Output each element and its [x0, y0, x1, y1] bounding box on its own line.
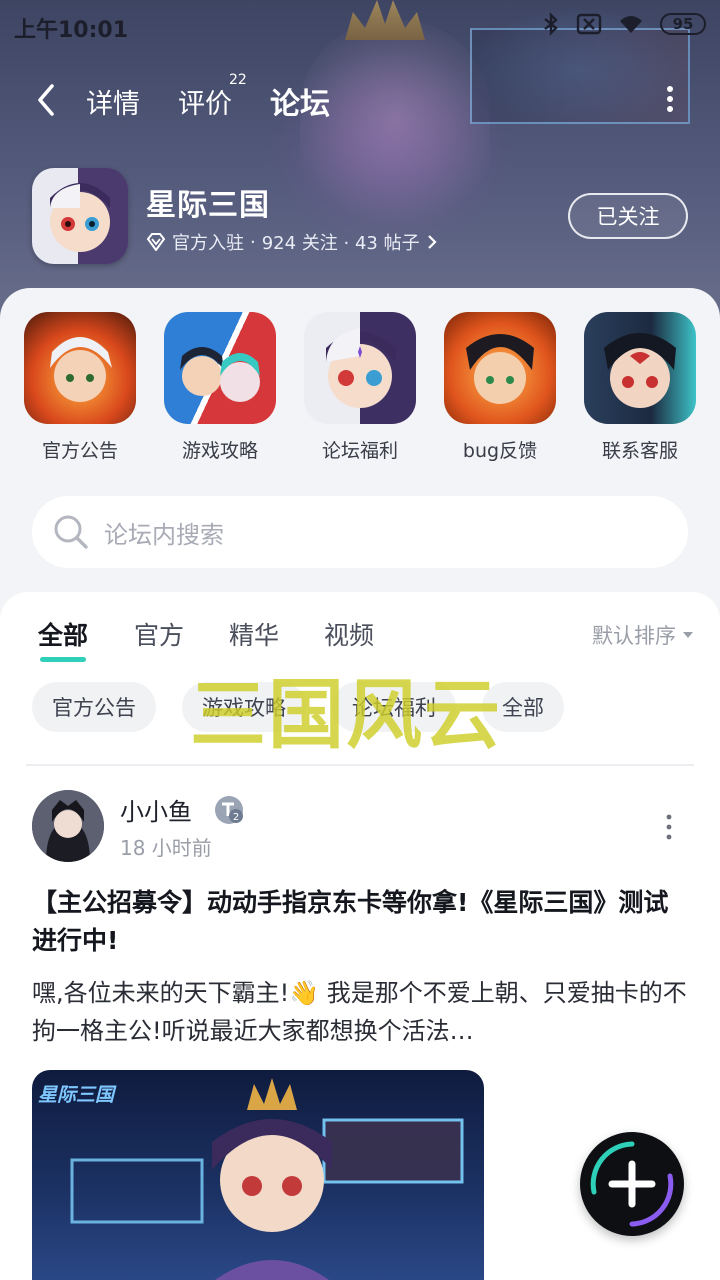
game-stats: 924 关注 · 43 帖子: [261, 233, 420, 254]
caret-down-icon: [683, 632, 693, 638]
game-character-icon: [50, 183, 110, 252]
post-body[interactable]: 嘿,各位未来的天下霸主!👋 我是那个不爱上朝、只爱抽卡的不拘一格主公!听说最近大…: [32, 974, 692, 1050]
level-badge-icon: 2: [215, 796, 243, 824]
tab-forum[interactable]: 论坛: [268, 79, 332, 123]
guides-icon: [164, 312, 276, 424]
divider: [26, 764, 694, 766]
sort-dropdown[interactable]: 默认排序: [592, 620, 694, 650]
reviews-count-badge: 22: [229, 72, 247, 88]
bluetooth-icon: [544, 12, 558, 36]
post-image-logo: 星际三国: [38, 1084, 115, 1106]
follow-button[interactable]: 已关注: [568, 193, 688, 239]
feed-tab-featured[interactable]: 精华: [229, 616, 279, 652]
banner-character-art: [300, 20, 490, 240]
wifi-icon: [620, 16, 642, 33]
sim-off-icon: [576, 13, 602, 35]
sort-label: 默认排序: [592, 624, 676, 648]
welfare-icon: [304, 312, 416, 424]
status-time: 上午10:01: [14, 18, 129, 43]
tab-details[interactable]: 详情: [86, 82, 140, 121]
feed-tab-video[interactable]: 视频: [324, 616, 374, 652]
shortcut-label: bug反馈: [462, 440, 538, 462]
back-arrow-icon[interactable]: [30, 80, 66, 120]
post-timestamp: 18 小时前: [120, 836, 212, 860]
feed-tab-all[interactable]: 全部: [38, 616, 88, 662]
chip-announcements[interactable]: 官方公告: [32, 682, 156, 732]
post-more-icon[interactable]: [664, 814, 674, 840]
shortcut-label: 游戏攻略: [181, 440, 258, 462]
top-nav: 详情 评价 22 论坛: [0, 70, 720, 130]
post-title[interactable]: 【主公招募令】动动手指京东卡等你拿!《星际三国》测试进行中!: [32, 884, 692, 960]
shortcut-customer-service[interactable]: 联系客服: [584, 312, 696, 463]
plus-icon: [590, 1141, 674, 1227]
chevron-right-icon: [427, 235, 437, 249]
announcements-icon: [24, 312, 136, 424]
shortcut-announcements[interactable]: 官方公告: [24, 312, 136, 463]
game-app-icon: [32, 168, 128, 264]
game-meta[interactable]: 官方入驻 · 924 关注 · 43 帖子: [146, 229, 438, 255]
post-image[interactable]: 星际三国: [32, 1070, 484, 1280]
official-label: 官方入驻: [172, 233, 244, 254]
shortcut-label: 官方公告: [41, 440, 118, 462]
search-icon: [54, 515, 88, 549]
shortcut-welfare[interactable]: 论坛福利: [304, 312, 416, 463]
feed-tab-official[interactable]: 官方: [134, 616, 184, 652]
shortcut-label: 论坛福利: [321, 440, 398, 462]
customer-service-icon: [584, 312, 696, 424]
shortcut-guides[interactable]: 游戏攻略: [164, 312, 276, 463]
overlay-watermark-text: 三国风云: [190, 670, 502, 759]
shortcut-label: 联系客服: [601, 440, 678, 462]
more-vertical-icon[interactable]: [658, 84, 682, 114]
game-title: 星际三国: [146, 188, 270, 223]
svg-text:2: 2: [233, 812, 239, 823]
tab-reviews[interactable]: 评价: [178, 82, 232, 121]
forum-search-input[interactable]: 论坛内搜索: [32, 496, 688, 568]
status-bar: 上午10:01 95: [0, 0, 720, 52]
diamond-verified-icon: [146, 233, 166, 251]
avatar[interactable]: [32, 790, 104, 862]
author-name[interactable]: 小小鱼: [120, 792, 192, 827]
bug-report-icon: [444, 312, 556, 424]
create-post-button[interactable]: [580, 1132, 684, 1236]
search-placeholder: 论坛内搜索: [104, 520, 224, 549]
shortcut-bug-report[interactable]: bug反馈: [444, 312, 556, 463]
battery-icon: 95: [660, 13, 706, 35]
